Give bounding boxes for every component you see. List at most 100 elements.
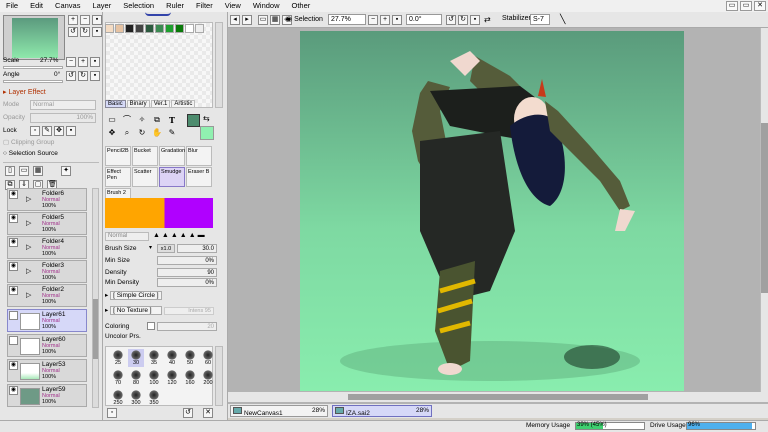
layer-row[interactable]: ◉ ▷ Folder3 Normal 100%: [7, 260, 87, 283]
brush-grid-scrollbar[interactable]: [215, 346, 223, 406]
visibility-eye-icon[interactable]: [9, 311, 18, 320]
flip-horizontal-icon[interactable]: ⇄: [484, 15, 491, 24]
menu-other[interactable]: Other: [286, 0, 317, 12]
layer-row[interactable]: ◉ Layer53 Normal 100%: [7, 359, 87, 382]
layer-scrollbar-thumb[interactable]: [93, 299, 98, 359]
undo-icon[interactable]: ◂: [230, 15, 240, 25]
nav-zoom-out-icon[interactable]: −: [80, 15, 90, 25]
swatch[interactable]: [155, 24, 164, 33]
zoom-icon[interactable]: ⌕: [120, 127, 134, 139]
new-folder-icon[interactable]: ▭: [19, 166, 29, 176]
visibility-eye-icon[interactable]: ◉: [9, 386, 18, 395]
nav-zoom-in-icon[interactable]: +: [68, 15, 78, 25]
rotate-reset-icon[interactable]: ▪: [470, 15, 480, 25]
visibility-eye-icon[interactable]: [9, 336, 18, 345]
close-button[interactable]: ✕: [754, 1, 766, 11]
menu-window[interactable]: Window: [247, 0, 286, 12]
brush-gradation[interactable]: Gradation: [159, 146, 185, 166]
blend-mode-select[interactable]: Normal: [105, 232, 149, 241]
swatch[interactable]: [135, 24, 144, 33]
size-preset[interactable]: 50: [182, 349, 198, 367]
brush-size-slider[interactable]: 30.0: [177, 244, 217, 253]
tab-basic[interactable]: Basic: [105, 100, 126, 108]
size-preset[interactable]: 60: [200, 349, 216, 367]
coloring-checkbox[interactable]: [147, 322, 155, 330]
zoom-in-icon[interactable]: +: [380, 15, 390, 25]
swatch[interactable]: [125, 24, 134, 33]
layer-scrollbar[interactable]: [92, 188, 99, 408]
swatch-scrollbar[interactable]: [215, 22, 223, 108]
layer-effect-header[interactable]: ▸ Layer Effect: [3, 88, 46, 96]
size-preset[interactable]: 35: [146, 349, 162, 367]
size-preset[interactable]: 160: [182, 369, 198, 387]
tab-binary[interactable]: Binary: [126, 100, 150, 108]
angle-decrease-button[interactable]: ↺: [66, 71, 76, 81]
lock-transparency-icon[interactable]: ▫: [30, 126, 40, 136]
size-preset[interactable]: 300: [128, 389, 144, 407]
zoom-reset-icon[interactable]: ▪: [392, 15, 402, 25]
swatch[interactable]: [175, 24, 184, 33]
eyedropper-icon[interactable]: ✎: [165, 127, 179, 139]
visibility-eye-icon[interactable]: ◉: [9, 214, 18, 223]
brush-size-dropdown-icon[interactable]: ▾: [149, 244, 152, 251]
brush-scatter[interactable]: Scatter: [132, 167, 158, 187]
scale-reset-button[interactable]: ▪: [90, 57, 100, 67]
folder-expand-icon[interactable]: ▷: [26, 195, 31, 203]
tab-ver1[interactable]: Ver.1: [150, 100, 171, 108]
layer-effect-icon[interactable]: ✦: [61, 166, 71, 176]
size-preset[interactable]: 40: [164, 349, 180, 367]
swatch-area[interactable]: [105, 22, 213, 108]
visibility-eye-icon[interactable]: ◉: [9, 286, 18, 295]
size-preset[interactable]: 25: [110, 349, 126, 367]
horizontal-scrollbar-thumb[interactable]: [348, 394, 648, 400]
scale-decrease-button[interactable]: −: [66, 57, 76, 67]
brush-size-multiplier[interactable]: x1.0: [157, 244, 175, 253]
redo-icon[interactable]: ▸: [242, 15, 252, 25]
menu-filter[interactable]: Filter: [190, 0, 219, 12]
minimize-button[interactable]: ▭: [726, 1, 738, 11]
selection-source-checkbox[interactable]: ○ Selection Source: [3, 149, 58, 159]
texture-row[interactable]: ▸ [ No Texture ] Intens 95: [105, 306, 214, 315]
swatch[interactable]: [185, 24, 194, 33]
layer-copy-icon[interactable]: ⧉: [150, 114, 164, 126]
brush-copy-icon[interactable]: ▫: [107, 408, 117, 418]
restore-button[interactable]: ▭: [740, 1, 752, 11]
new-mask-icon[interactable]: ▦: [33, 166, 43, 176]
visibility-eye-icon[interactable]: ◉: [9, 361, 18, 370]
brush-eraser-b[interactable]: Eraser B: [186, 167, 212, 187]
vertical-scrollbar[interactable]: [760, 28, 768, 392]
size-preset[interactable]: 350: [146, 389, 162, 407]
nav-reset-icon[interactable]: ▪: [92, 27, 102, 37]
lasso-icon[interactable]: ⌒: [120, 114, 134, 126]
visibility-eye-icon[interactable]: ◉: [9, 262, 18, 271]
menu-layer[interactable]: Layer: [86, 0, 117, 12]
min-size-slider[interactable]: 0%: [157, 256, 217, 265]
visibility-eye-icon[interactable]: ◉: [9, 238, 18, 247]
layer-row[interactable]: ◉ ▷ Folder5 Normal 100%: [7, 212, 87, 235]
zoom-out-icon[interactable]: −: [368, 15, 378, 25]
layer-row[interactable]: ◉ Layer59 Normal 100%: [7, 384, 87, 407]
horizontal-scrollbar[interactable]: [228, 392, 768, 402]
brush-shape-icons[interactable]: ▲▲▲▲▲▬: [153, 232, 207, 239]
size-preset[interactable]: 70: [110, 369, 126, 387]
scale-increase-button[interactable]: +: [78, 57, 88, 67]
deselect-icon[interactable]: ▭: [258, 15, 268, 25]
size-preset-selected[interactable]: 30: [128, 349, 144, 367]
nav-fit-icon[interactable]: ▪: [92, 15, 102, 25]
clipping-group-checkbox[interactable]: ▢ Clipping Group: [3, 138, 54, 148]
layer-row[interactable]: ◉ ▷ Folder4 Normal 100%: [7, 236, 87, 259]
angle-increase-button[interactable]: ↻: [78, 71, 88, 81]
scale-slider[interactable]: [3, 66, 63, 69]
texture-intensity-slider[interactable]: Intens 95: [163, 307, 214, 315]
document-tab-active[interactable]: IZA.sai2 28%: [332, 405, 432, 417]
menu-file[interactable]: File: [0, 0, 24, 12]
menu-canvas[interactable]: Canvas: [49, 0, 86, 12]
menu-ruler[interactable]: Ruler: [160, 0, 190, 12]
swatch[interactable]: [105, 24, 114, 33]
brush-texture-select[interactable]: [ No Texture ]: [110, 306, 163, 315]
zoom-field[interactable]: 27.7%: [328, 14, 366, 25]
rotate-icon[interactable]: ↻: [135, 127, 149, 139]
rotate-ccw-icon[interactable]: ↺: [446, 15, 456, 25]
magic-wand-icon[interactable]: ✧: [135, 114, 149, 126]
lock-paint-icon[interactable]: ✎: [42, 126, 52, 136]
